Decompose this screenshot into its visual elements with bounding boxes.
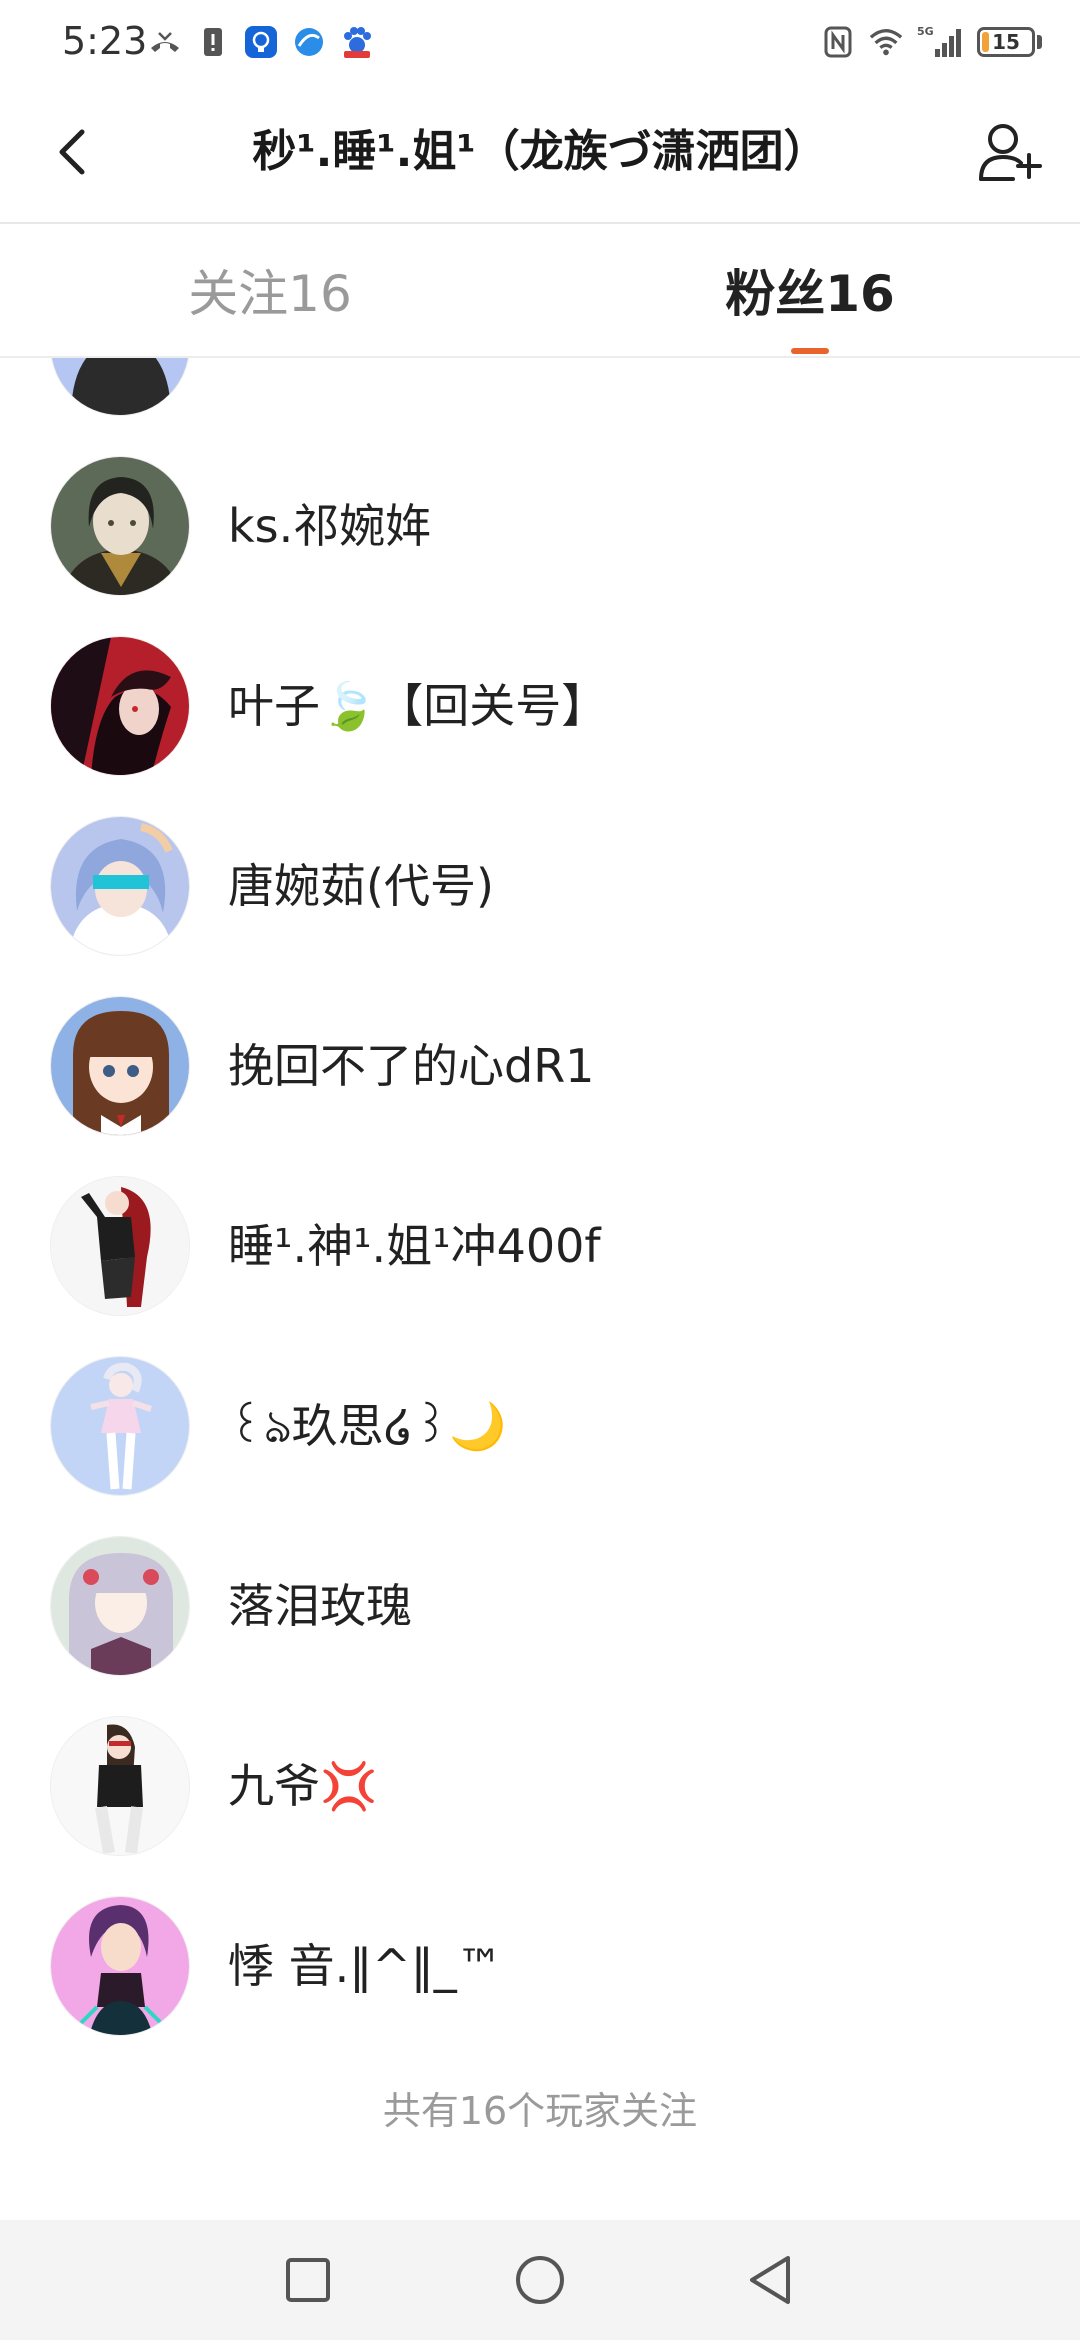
sim-alert-icon xyxy=(196,25,230,59)
battery-tip xyxy=(1037,35,1042,49)
system-back-button[interactable] xyxy=(736,2246,804,2314)
page-title: 秒¹.睡¹.姐¹（龙族づ潇洒团） xyxy=(252,126,828,177)
battery-icon: 15 xyxy=(977,27,1035,57)
list-item[interactable]: 睡¹.神¹.姐¹冲400f xyxy=(0,1156,1080,1336)
svg-text:5G: 5G xyxy=(917,25,934,38)
user-name: 叶子🍃【回关号】 xyxy=(228,679,608,733)
back-button[interactable] xyxy=(40,120,104,184)
user-name: 唐婉茹(代号) xyxy=(228,859,494,913)
battery-level: 15 xyxy=(992,30,1020,54)
status-time: 5:23 xyxy=(62,19,148,63)
add-friend-button[interactable] xyxy=(974,116,1046,188)
nfc-icon xyxy=(821,25,855,59)
wifi-icon xyxy=(869,25,903,59)
square-icon xyxy=(286,2258,330,2302)
system-status-icons: 5G 15 xyxy=(821,18,1042,66)
avatar[interactable] xyxy=(50,816,190,956)
browser-notification-icon xyxy=(292,25,326,59)
list-item[interactable]: 挽回不了的心dR1 xyxy=(0,976,1080,1156)
active-tab-indicator xyxy=(791,348,829,354)
avatar[interactable] xyxy=(50,1896,190,2036)
list-item[interactable]: 唐婉茹(代号) xyxy=(0,796,1080,976)
avatar[interactable] xyxy=(50,636,190,776)
user-name: 九爷💢 xyxy=(228,1759,378,1813)
chevron-left-icon xyxy=(59,129,85,175)
notification-icons xyxy=(148,20,374,64)
avatar[interactable] xyxy=(50,1356,190,1496)
list-item[interactable]: 落泪玫瑰 xyxy=(0,1516,1080,1696)
list-item[interactable]: 九爷💢 xyxy=(0,1696,1080,1876)
battery-indicator: 15 xyxy=(977,27,1042,57)
avatar[interactable] xyxy=(50,996,190,1136)
tab-following-label: 关注16 xyxy=(188,265,352,323)
triangle-back-icon xyxy=(750,2256,790,2304)
missed-call-icon xyxy=(148,25,182,59)
tab-following[interactable]: 关注16 xyxy=(0,224,540,356)
tab-followers-label: 粉丝16 xyxy=(725,265,895,323)
add-user-icon xyxy=(979,124,1042,181)
system-navigation-bar xyxy=(0,2220,1080,2340)
list-item[interactable] xyxy=(0,358,1080,436)
list-item[interactable]: 叶子🍃【回关号】 xyxy=(0,616,1080,796)
tab-bar: 关注16 粉丝16 xyxy=(0,224,1080,358)
tab-followers[interactable]: 粉丝16 xyxy=(540,224,1080,356)
user-name: ks.祁婉姩 xyxy=(228,499,432,553)
nav-bar: 秒¹.睡¹.姐¹（龙族づ潇洒团） xyxy=(0,84,1080,224)
recent-apps-button[interactable] xyxy=(274,2246,342,2314)
cellular-signal-icon: 5G xyxy=(917,25,963,59)
user-name: 落泪玫瑰 xyxy=(228,1579,412,1633)
app-notification-icon xyxy=(244,25,278,59)
home-button[interactable] xyxy=(506,2246,574,2314)
avatar[interactable] xyxy=(50,358,190,416)
avatar[interactable] xyxy=(50,1716,190,1856)
circle-icon xyxy=(516,2256,564,2304)
paw-app-icon xyxy=(340,25,374,59)
list-item[interactable]: ks.祁婉姩 xyxy=(0,436,1080,616)
avatar[interactable] xyxy=(50,1176,190,1316)
battery-fill xyxy=(982,32,989,52)
list-item[interactable]: 悸 音.‖^‖_™ xyxy=(0,1876,1080,2056)
follower-list-viewport[interactable]: ks.祁婉姩 叶子🍃【回关号】 唐婉茹(代号) 挽回不了的心dR1 睡¹.神¹.… xyxy=(0,358,1080,2220)
follower-list: ks.祁婉姩 叶子🍃【回关号】 唐婉茹(代号) 挽回不了的心dR1 睡¹.神¹.… xyxy=(0,358,1080,2056)
user-name: 睡¹.神¹.姐¹冲400f xyxy=(228,1219,601,1273)
user-name: ꒰ঌ玖思໒꒱🌙 xyxy=(228,1399,507,1453)
user-name: 悸 音.‖^‖_™ xyxy=(228,1939,503,1993)
avatar[interactable] xyxy=(50,456,190,596)
follower-count-summary: 共有16个玩家关注 xyxy=(382,2089,698,2133)
status-bar: 5:23 5G 15 xyxy=(0,0,1080,84)
avatar[interactable] xyxy=(50,1536,190,1676)
list-item[interactable]: ꒰ঌ玖思໒꒱🌙 xyxy=(0,1336,1080,1516)
user-name: 挽回不了的心dR1 xyxy=(228,1039,595,1093)
